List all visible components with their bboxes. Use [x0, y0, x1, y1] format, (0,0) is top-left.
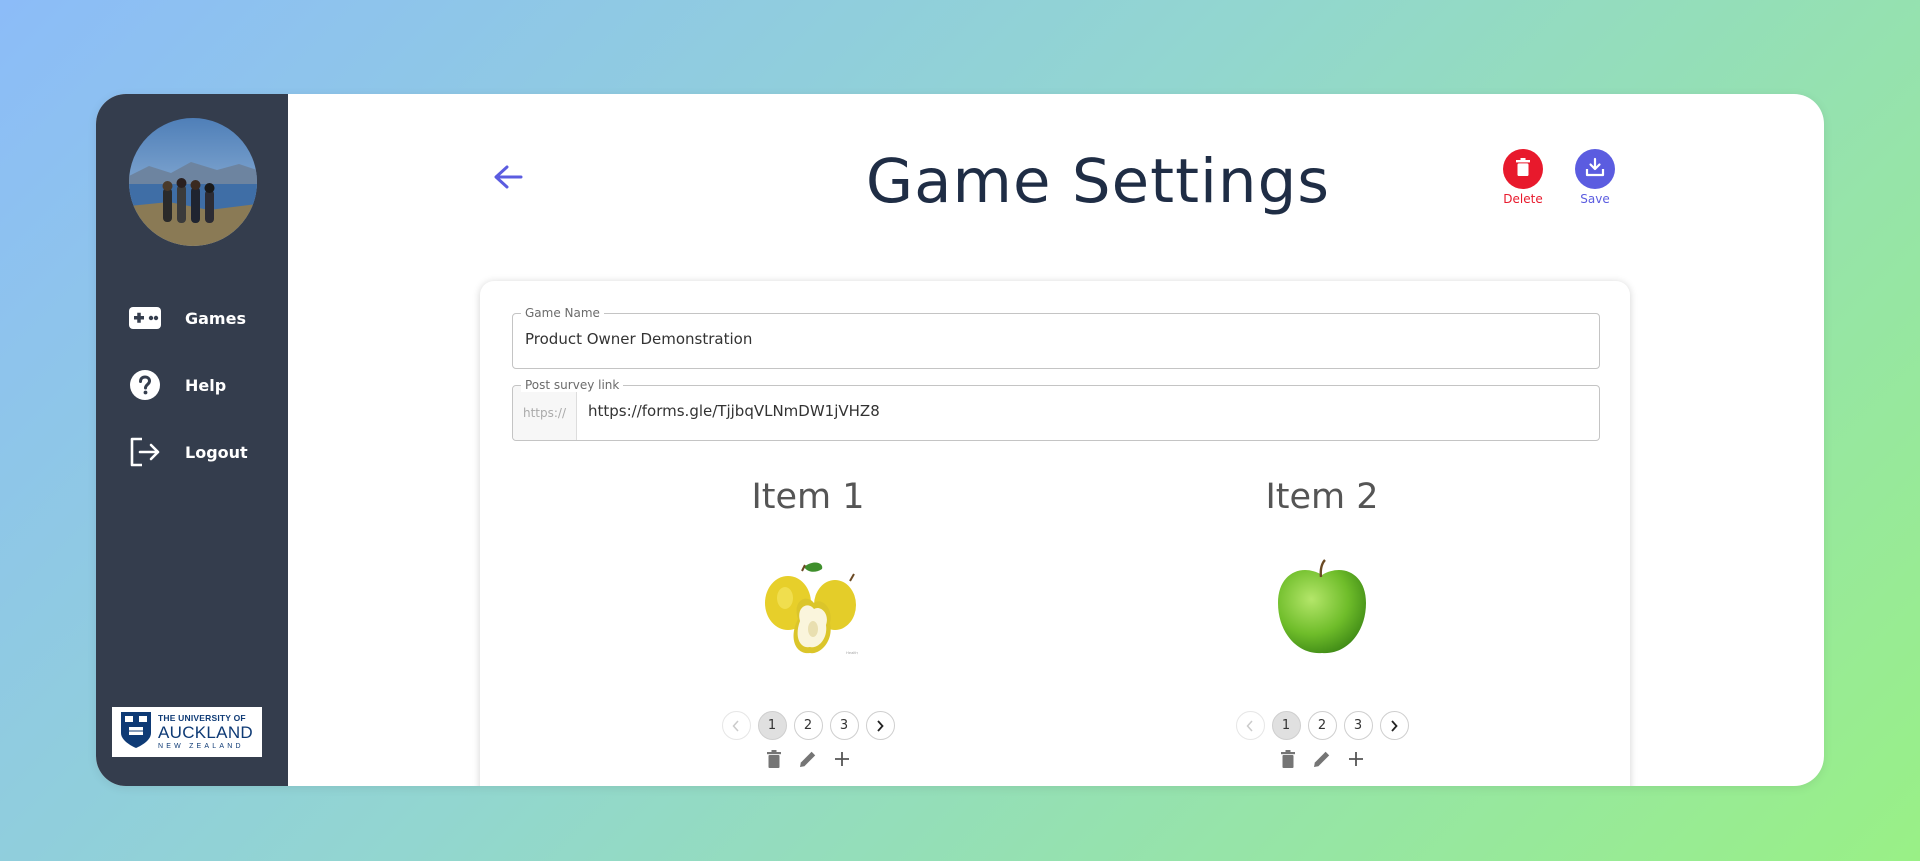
item-card-2: Item 2 1 2 3	[1192, 477, 1452, 768]
item-pagination: 1 2 3	[1192, 711, 1452, 740]
next-page-button[interactable]	[1379, 711, 1409, 740]
delete-item-icon[interactable]	[1278, 749, 1298, 769]
prev-page-button[interactable]	[1235, 711, 1265, 740]
survey-link-label: Post survey link	[521, 378, 624, 392]
edit-item-icon[interactable]	[798, 749, 818, 769]
back-button[interactable]	[491, 162, 525, 196]
survey-link-input[interactable]	[588, 402, 1587, 420]
help-circle-icon	[128, 368, 162, 402]
sidebar-item-label: Help	[185, 375, 227, 395]
delete-item-icon[interactable]	[764, 749, 784, 769]
item-image-pears: Healthy	[758, 557, 860, 657]
item-title: Item 2	[1265, 477, 1379, 517]
sidebar: Games Help Logout THE UNIVERSITY OF AUCK…	[96, 94, 288, 786]
main-content: Game Settings Delete Save Game Name Prod…	[288, 94, 1824, 786]
sidebar-item-label: Games	[185, 308, 246, 328]
svg-text:Healthy: Healthy	[846, 650, 858, 655]
logout-icon	[128, 435, 162, 469]
logo-text-line3: NEW ZEALAND	[158, 742, 244, 750]
game-name-input[interactable]	[525, 330, 1587, 348]
page-title: Game Settings	[865, 146, 1331, 217]
item-tools	[678, 749, 938, 769]
item-image-green-apple	[1272, 557, 1372, 657]
item-title: Item 1	[751, 477, 865, 517]
sidebar-item-logout[interactable]: Logout	[128, 430, 278, 474]
page-button-3[interactable]: 3	[1343, 711, 1373, 740]
page-button-3[interactable]: 3	[829, 711, 859, 740]
arrow-left-icon	[493, 164, 523, 195]
survey-link-field[interactable]: https:// Post survey link	[512, 378, 1600, 441]
delete-button[interactable]: Delete	[1493, 149, 1553, 206]
page-button-1[interactable]: 1	[1271, 711, 1301, 740]
page-button-2[interactable]: 2	[1307, 711, 1337, 740]
gamepad-icon	[128, 301, 162, 335]
logo-text-line2: AUCKLAND	[158, 722, 253, 742]
url-prefix-addon: https://	[513, 386, 577, 440]
sidebar-item-help[interactable]: Help	[128, 363, 278, 407]
add-item-icon[interactable]	[1346, 749, 1366, 769]
item-tools	[1192, 749, 1452, 769]
sidebar-item-label: Logout	[185, 442, 248, 462]
item-card-1: Item 1 Healthy	[678, 477, 938, 768]
university-logo: THE UNIVERSITY OF AUCKLAND NEW ZEALAND	[112, 707, 262, 757]
edit-item-icon[interactable]	[1312, 749, 1332, 769]
download-icon	[1585, 157, 1605, 182]
avatar[interactable]	[129, 118, 257, 246]
crest-icon	[120, 711, 152, 754]
prev-page-button[interactable]	[721, 711, 751, 740]
delete-label: Delete	[1503, 192, 1543, 206]
settings-card: Game Name https:// Post survey link Item…	[480, 281, 1630, 786]
game-name-label: Game Name	[521, 306, 604, 320]
page-button-2[interactable]: 2	[793, 711, 823, 740]
item-pagination: 1 2 3	[678, 711, 938, 740]
logo-text-line1: THE UNIVERSITY OF	[158, 713, 246, 724]
game-name-field[interactable]: Game Name	[512, 306, 1600, 369]
page-button-1[interactable]: 1	[757, 711, 787, 740]
add-item-icon[interactable]	[832, 749, 852, 769]
trash-icon	[1515, 157, 1531, 181]
sidebar-item-games[interactable]: Games	[128, 296, 278, 340]
next-page-button[interactable]	[865, 711, 895, 740]
save-label: Save	[1580, 192, 1610, 206]
app-window: Games Help Logout THE UNIVERSITY OF AUCK…	[96, 94, 1824, 786]
save-button[interactable]: Save	[1565, 149, 1625, 206]
